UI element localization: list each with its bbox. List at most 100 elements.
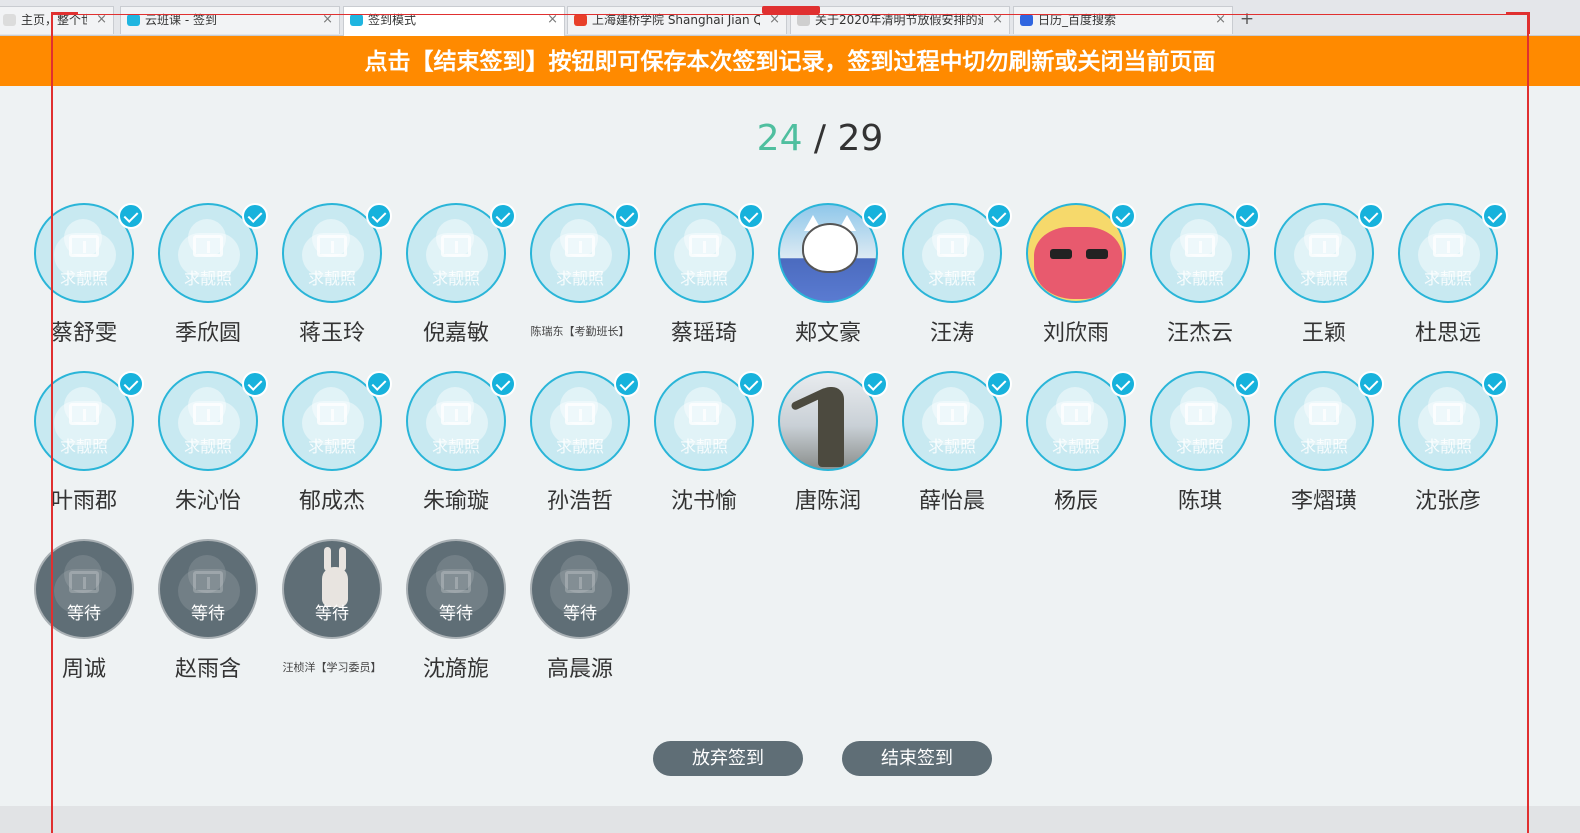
student-card[interactable]: 求靓照 郁成杰: [270, 371, 394, 531]
student-avatar: 等待: [406, 539, 506, 639]
student-name: 杨辰: [1053, 489, 1098, 514]
checkmark-icon: [1110, 203, 1136, 229]
student-card[interactable]: 求靓照 叶雨郡: [22, 371, 146, 531]
book-icon: [1309, 235, 1339, 257]
student-name: 汪桢洋【学习委员】: [282, 661, 382, 674]
checkmark-icon: [118, 203, 144, 229]
student-name: 朱沁怡: [174, 489, 241, 514]
student-name: 孙浩哲: [546, 489, 613, 514]
student-card[interactable]: 求靓照 薛怡晨: [890, 371, 1014, 531]
student-card[interactable]: 求靓照 汪涛: [890, 203, 1014, 363]
student-avatar: 等待: [530, 539, 630, 639]
footer-strip: [0, 806, 1580, 833]
student-card[interactable]: 求靓照 季欣圆: [146, 203, 270, 363]
student-card[interactable]: 唐陈润: [766, 371, 890, 531]
placeholder-photo-tag: 求靓照: [1299, 269, 1348, 288]
checkmark-icon: [118, 371, 144, 397]
checkmark-icon: [738, 371, 764, 397]
book-icon: [689, 403, 719, 425]
student-card[interactable]: 等待 周诚: [22, 539, 146, 699]
student-card[interactable]: 求靓照 杨辰: [1014, 371, 1138, 531]
student-card[interactable]: 求靓照 蔡瑶琦: [642, 203, 766, 363]
student-name: 朱瑜璇: [422, 489, 489, 514]
student-name: 郏文豪: [794, 321, 861, 346]
checkmark-icon: [1482, 203, 1508, 229]
checkmark-icon: [366, 203, 392, 229]
guide-line-right: [1527, 12, 1529, 833]
placeholder-photo-tag: 求靓照: [679, 269, 728, 288]
placeholder-photo-tag: 求靓照: [1423, 437, 1472, 456]
checkmark-icon: [986, 371, 1012, 397]
student-card[interactable]: 等待汪桢洋【学习委员】: [270, 539, 394, 699]
checkmark-icon: [490, 203, 516, 229]
checkmark-icon: [490, 371, 516, 397]
book-icon: [1433, 235, 1463, 257]
student-card[interactable]: 求靓照 沈张彦: [1386, 371, 1510, 531]
student-name: 季欣圆: [174, 321, 241, 346]
student-avatar: 等待: [34, 539, 134, 639]
student-card[interactable]: 求靓照 陈瑞东【考勤班长】: [518, 203, 642, 363]
placeholder-photo-tag: 求靓照: [555, 437, 604, 456]
student-card[interactable]: 求靓照 汪杰云: [1138, 203, 1262, 363]
placeholder-photo-tag: 求靓照: [307, 269, 356, 288]
book-icon: [937, 403, 967, 425]
book-icon: [1185, 403, 1215, 425]
student-card[interactable]: 等待 赵雨含: [146, 539, 270, 699]
book-icon: [1433, 403, 1463, 425]
abandon-checkin-button[interactable]: 放弃签到: [653, 741, 803, 776]
checkmark-icon: [862, 371, 888, 397]
student-name: 李熠璜: [1290, 489, 1357, 514]
checkmark-icon: [738, 203, 764, 229]
checkmark-icon: [1234, 371, 1260, 397]
student-card[interactable]: 求靓照 王颖: [1262, 203, 1386, 363]
student-card[interactable]: 求靓照 蔡舒雯: [22, 203, 146, 363]
student-name: 陈瑞东【考勤班长】: [530, 325, 630, 338]
placeholder-photo-tag: 求靓照: [1051, 437, 1100, 456]
book-icon: [317, 403, 347, 425]
placeholder-photo-tag: 求靓照: [1423, 269, 1472, 288]
book-icon: [565, 571, 595, 593]
student-name: 沈旖旎: [422, 657, 489, 682]
student-card[interactable]: 求靓照 倪嘉敏: [394, 203, 518, 363]
waiting-status-tag: 等待: [315, 604, 349, 624]
student-card[interactable]: 求靓照 陈琪: [1138, 371, 1262, 531]
waiting-status-tag: 等待: [563, 604, 597, 624]
student-name: 叶雨郡: [50, 489, 117, 514]
book-icon: [565, 403, 595, 425]
book-icon: [69, 403, 99, 425]
student-name: 刘欣雨: [1042, 321, 1109, 346]
placeholder-photo-tag: 求靓照: [1175, 269, 1224, 288]
placeholder-photo-tag: 求靓照: [1175, 437, 1224, 456]
book-icon: [937, 235, 967, 257]
book-icon: [565, 235, 595, 257]
checkmark-icon: [1482, 371, 1508, 397]
student-card[interactable]: 刘欣雨: [1014, 203, 1138, 363]
book-icon: [1185, 235, 1215, 257]
student-name: 薛怡晨: [918, 489, 985, 514]
checkmark-icon: [242, 371, 268, 397]
student-card[interactable]: 求靓照 李熠璜: [1262, 371, 1386, 531]
student-card[interactable]: 求靓照 杜思远: [1386, 203, 1510, 363]
checkmark-icon: [366, 371, 392, 397]
student-card[interactable]: 求靓照 蒋玉玲: [270, 203, 394, 363]
book-icon: [193, 571, 223, 593]
waiting-status-tag: 等待: [439, 604, 473, 624]
book-icon: [441, 571, 471, 593]
student-name: 唐陈润: [794, 489, 861, 514]
finish-checkin-button[interactable]: 结束签到: [842, 741, 992, 776]
student-card[interactable]: 求靓照 朱沁怡: [146, 371, 270, 531]
student-name: 陈琪: [1177, 489, 1222, 514]
student-avatar: 等待: [282, 539, 382, 639]
placeholder-photo-tag: 求靓照: [927, 437, 976, 456]
student-card[interactable]: 求靓照 孙浩哲: [518, 371, 642, 531]
book-icon: [1061, 403, 1091, 425]
book-icon: [1309, 403, 1339, 425]
checkmark-icon: [614, 203, 640, 229]
student-card[interactable]: 等待 沈旖旎: [394, 539, 518, 699]
placeholder-photo-tag: 求靓照: [679, 437, 728, 456]
student-card[interactable]: 求靓照 沈书愉: [642, 371, 766, 531]
checkmark-icon: [242, 203, 268, 229]
student-card[interactable]: 郏文豪: [766, 203, 890, 363]
student-card[interactable]: 等待 高晨源: [518, 539, 642, 699]
student-card[interactable]: 求靓照 朱瑜璇: [394, 371, 518, 531]
